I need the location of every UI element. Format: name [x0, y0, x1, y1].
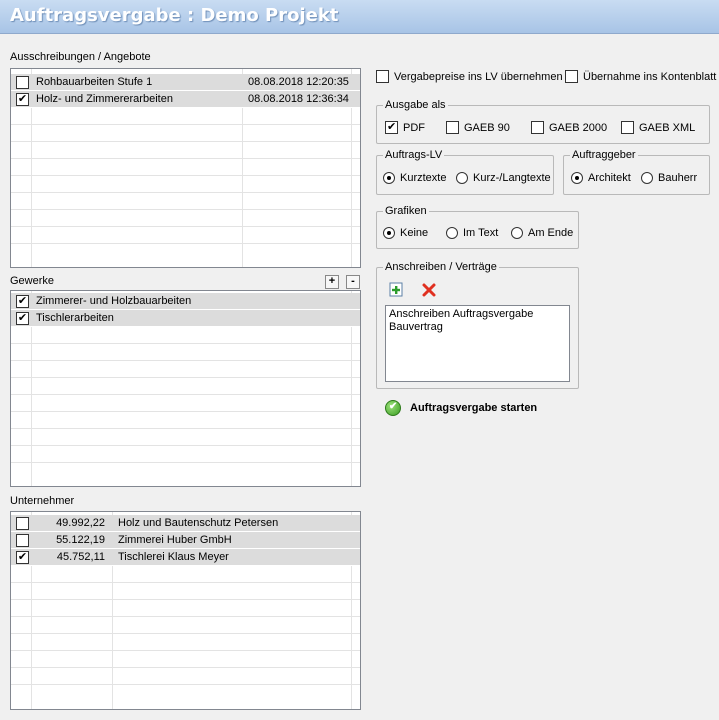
kontenblatt-checkbox[interactable]	[565, 70, 578, 83]
bauherr-label: Bauherr	[658, 172, 698, 184]
ausschreibungen-table[interactable]: Rohbauarbeiten Stufe 1 08.08.2018 12:20:…	[10, 68, 361, 268]
grafiken-im-text[interactable]: Im Text	[446, 227, 498, 239]
unternehmer-name: Tischlerei Klaus Meyer	[118, 551, 229, 563]
am-ende-label: Am Ende	[528, 227, 574, 239]
ausschreibung-date: 08.08.2018 12:20:35	[248, 76, 349, 88]
gaeb2000-checkbox[interactable]	[531, 121, 544, 134]
gewerk-name: Zimmerer- und Holzbauarbeiten	[36, 295, 192, 307]
unternehmer-label: Unternehmer	[10, 495, 75, 507]
gaebxml-label: GAEB XML	[639, 121, 696, 134]
gaeb2000-label: GAEB 2000	[549, 121, 608, 134]
unternehmer-name: Holz und Bautenschutz Petersen	[118, 517, 279, 529]
vergabepreise-checkbox[interactable]	[376, 70, 389, 83]
grafiken-am-ende[interactable]: Am Ende	[511, 227, 573, 239]
im-text-label: Im Text	[463, 227, 499, 239]
vergabepreise-option[interactable]: Vergabepreise ins LV übernehmen	[376, 70, 563, 83]
vergabepreise-label: Vergabepreise ins LV übernehmen	[394, 70, 563, 83]
anschreiben-list[interactable]: Anschreiben Auftragsvergabe Bauvertrag	[385, 305, 570, 382]
row-checkbox[interactable]	[16, 76, 29, 89]
auftraggeber-legend: Auftraggeber	[572, 149, 636, 161]
table-row[interactable]: 45.752,11 Tischlerei Klaus Meyer	[11, 549, 360, 566]
ausgabe-pdf[interactable]: PDF	[385, 120, 425, 134]
kontenblatt-label: Übernahme ins Kontenblatt	[583, 70, 717, 83]
bauherr-radio[interactable]	[641, 172, 653, 184]
grafiken-keine[interactable]: Keine	[383, 227, 428, 239]
check-circle-icon	[385, 400, 401, 416]
table-row[interactable]: Holz- und Zimmererarbeiten 08.08.2018 12…	[11, 91, 360, 108]
start-auftragsvergabe-button[interactable]: Auftragsvergabe starten	[385, 400, 537, 416]
pdf-label: PDF	[403, 121, 425, 134]
window-title-bar: Auftragsvergabe : Demo Projekt	[0, 0, 719, 34]
add-document-icon[interactable]	[389, 282, 403, 297]
auftrags-lv-kurztexte[interactable]: Kurztexte	[383, 172, 446, 184]
langtexte-radio[interactable]	[456, 172, 468, 184]
architekt-label: Architekt	[588, 172, 631, 184]
auftrags-lv-legend: Auftrags-LV	[385, 149, 443, 161]
im-text-radio[interactable]	[446, 227, 458, 239]
gaeb90-checkbox[interactable]	[446, 121, 459, 134]
remove-gewerk-button[interactable]: -	[346, 275, 360, 289]
keine-radio[interactable]	[383, 227, 395, 239]
ausschreibungen-label: Ausschreibungen / Angebote	[10, 51, 151, 63]
gaeb90-label: GAEB 90	[464, 121, 510, 134]
ausschreibung-date: 08.08.2018 12:36:34	[248, 93, 349, 105]
table-row[interactable]: Tischlerarbeiten	[11, 310, 360, 327]
auftrags-lv-langtexte[interactable]: Kurz-/Langtexte	[456, 172, 551, 184]
auftraggeber-architekt[interactable]: Architekt	[571, 172, 631, 184]
ausgabe-gaeb2000[interactable]: GAEB 2000	[531, 121, 607, 134]
kurztexte-radio[interactable]	[383, 172, 395, 184]
kontenblatt-option[interactable]: Übernahme ins Kontenblatt	[565, 70, 716, 83]
pdf-checkbox[interactable]	[385, 120, 398, 134]
gewerke-table[interactable]: Zimmerer- und Holzbauarbeiten Tischlerar…	[10, 290, 361, 487]
unternehmer-table[interactable]: 49.992,22 Holz und Bautenschutz Petersen…	[10, 511, 361, 710]
ausgabe-legend: Ausgabe als	[385, 99, 446, 111]
ausgabe-gaeb90[interactable]: GAEB 90	[446, 121, 510, 134]
auftraggeber-bauherr[interactable]: Bauherr	[641, 172, 697, 184]
delete-icon[interactable]	[421, 282, 437, 298]
ausschreibung-name: Rohbauarbeiten Stufe 1	[36, 76, 153, 88]
architekt-radio[interactable]	[571, 172, 583, 184]
unternehmer-amount: 45.752,11	[56, 551, 105, 563]
table-row[interactable]: 49.992,22 Holz und Bautenschutz Petersen	[11, 515, 360, 532]
kurztexte-label: Kurztexte	[400, 172, 447, 184]
langtexte-label: Kurz-/Langtexte	[473, 172, 551, 184]
list-item[interactable]: Anschreiben Auftragsvergabe	[389, 308, 566, 321]
start-label: Auftragsvergabe starten	[410, 402, 538, 414]
unternehmer-amount: 49.992,22	[56, 517, 105, 529]
ausschreibung-name: Holz- und Zimmererarbeiten	[36, 93, 173, 105]
am-ende-radio[interactable]	[511, 227, 523, 239]
unternehmer-amount: 55.122,19	[56, 534, 105, 546]
keine-label: Keine	[400, 227, 429, 239]
ausgabe-gaebxml[interactable]: GAEB XML	[621, 121, 695, 134]
anschreiben-legend: Anschreiben / Verträge	[385, 261, 497, 273]
list-item[interactable]: Bauvertrag	[389, 321, 566, 334]
row-checkbox[interactable]	[16, 295, 29, 308]
row-checkbox[interactable]	[16, 312, 29, 325]
row-checkbox[interactable]	[16, 534, 29, 547]
table-row[interactable]: Rohbauarbeiten Stufe 1 08.08.2018 12:20:…	[11, 74, 360, 91]
add-gewerk-button[interactable]: +	[325, 275, 339, 289]
table-row[interactable]: 55.122,19 Zimmerei Huber GmbH	[11, 532, 360, 549]
row-checkbox[interactable]	[16, 551, 29, 564]
gewerke-label: Gewerke	[10, 275, 55, 287]
gaebxml-checkbox[interactable]	[621, 121, 634, 134]
table-row[interactable]: Zimmerer- und Holzbauarbeiten	[11, 293, 360, 310]
grafiken-legend: Grafiken	[385, 205, 427, 217]
row-checkbox[interactable]	[16, 93, 29, 106]
gewerk-name: Tischlerarbeiten	[36, 312, 114, 324]
unternehmer-name: Zimmerei Huber GmbH	[118, 534, 232, 546]
row-checkbox[interactable]	[16, 517, 29, 530]
window-title: Auftragsvergabe : Demo Projekt	[10, 5, 339, 26]
